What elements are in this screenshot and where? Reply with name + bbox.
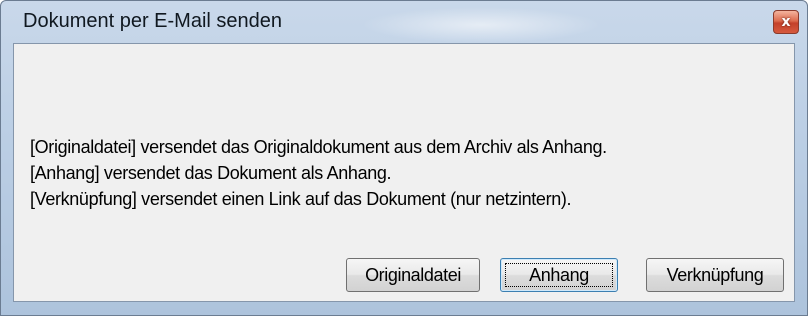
original-file-button[interactable]: Originaldatei	[346, 258, 480, 292]
title-bar[interactable]: Dokument per E-Mail senden x	[1, 1, 807, 43]
focus-ring	[505, 263, 613, 287]
attachment-button[interactable]: Anhang	[500, 258, 618, 292]
link-button[interactable]: Verknüpfung	[646, 258, 784, 292]
dialog-window: Dokument per E-Mail senden x [Originalda…	[0, 0, 808, 316]
title-bar-glare	[361, 7, 601, 43]
dialog-title: Dokument per E-Mail senden	[23, 10, 283, 32]
message-line-original: [Originaldatei] versendet das Originaldo…	[30, 137, 607, 157]
close-icon: x	[781, 14, 791, 30]
message-line-link: [Verknüpfung] versendet einen Link auf d…	[30, 189, 572, 209]
message-line-attachment: [Anhang] versendet das Dokument als Anha…	[30, 163, 392, 183]
link-button-label: Verknüpfung	[666, 264, 764, 285]
original-file-button-label: Originaldatei	[365, 264, 461, 285]
close-button[interactable]: x	[773, 10, 799, 34]
dialog-body: [Originaldatei] versendet das Originaldo…	[13, 43, 795, 302]
message-text: [Originaldatei] versendet das Originaldo…	[30, 134, 607, 212]
